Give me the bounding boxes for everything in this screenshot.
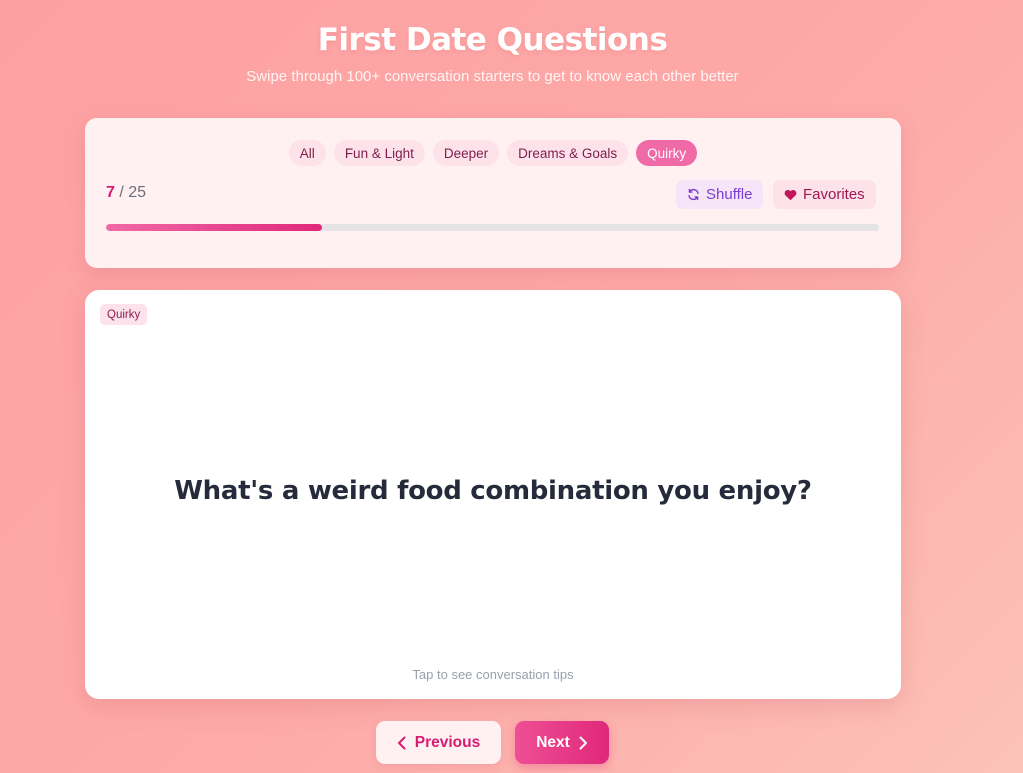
chevron-right-icon (578, 736, 588, 750)
refresh-icon (687, 188, 700, 201)
chevron-left-icon (397, 736, 407, 750)
filter-fun-light[interactable]: Fun & Light (333, 140, 425, 166)
category-tag: Quirky (100, 304, 148, 325)
next-label: Next (536, 733, 570, 751)
question-text: What's a weird food combination you enjo… (174, 476, 812, 506)
category-filters: All Fun & Light Deeper Dreams & Goals Qu… (85, 140, 901, 166)
filter-quirky[interactable]: Quirky (636, 140, 698, 166)
page-title: First Date Questions (317, 22, 668, 58)
conversation-tips-hint[interactable]: Tap to see conversation tips (85, 667, 901, 682)
filter-deeper[interactable]: Deeper (432, 140, 500, 166)
progress-bar-fill (106, 224, 323, 231)
favorites-button[interactable]: Favorites (773, 180, 876, 209)
filter-all[interactable]: All (288, 140, 326, 166)
previous-label: Previous (414, 733, 481, 751)
progress-total: 25 (128, 184, 147, 201)
shuffle-button[interactable]: Shuffle (676, 180, 764, 209)
previous-button[interactable]: Previous (376, 721, 501, 764)
progress-current: 7 (106, 184, 115, 201)
progress-counter: 7 / 25 (106, 184, 146, 202)
question-card[interactable]: Quirky What's a weird food combination y… (85, 290, 901, 699)
heart-icon (784, 189, 797, 201)
next-button[interactable]: Next (515, 721, 609, 764)
progress-separator: / (119, 184, 124, 201)
filter-dreams-goals[interactable]: Dreams & Goals (507, 140, 629, 166)
favorites-label: Favorites (803, 186, 865, 203)
controls-panel: All Fun & Light Deeper Dreams & Goals Qu… (85, 118, 901, 268)
page-subtitle: Swipe through 100+ conversation starters… (246, 68, 739, 85)
progress-bar (106, 224, 879, 231)
shuffle-label: Shuffle (706, 186, 753, 203)
